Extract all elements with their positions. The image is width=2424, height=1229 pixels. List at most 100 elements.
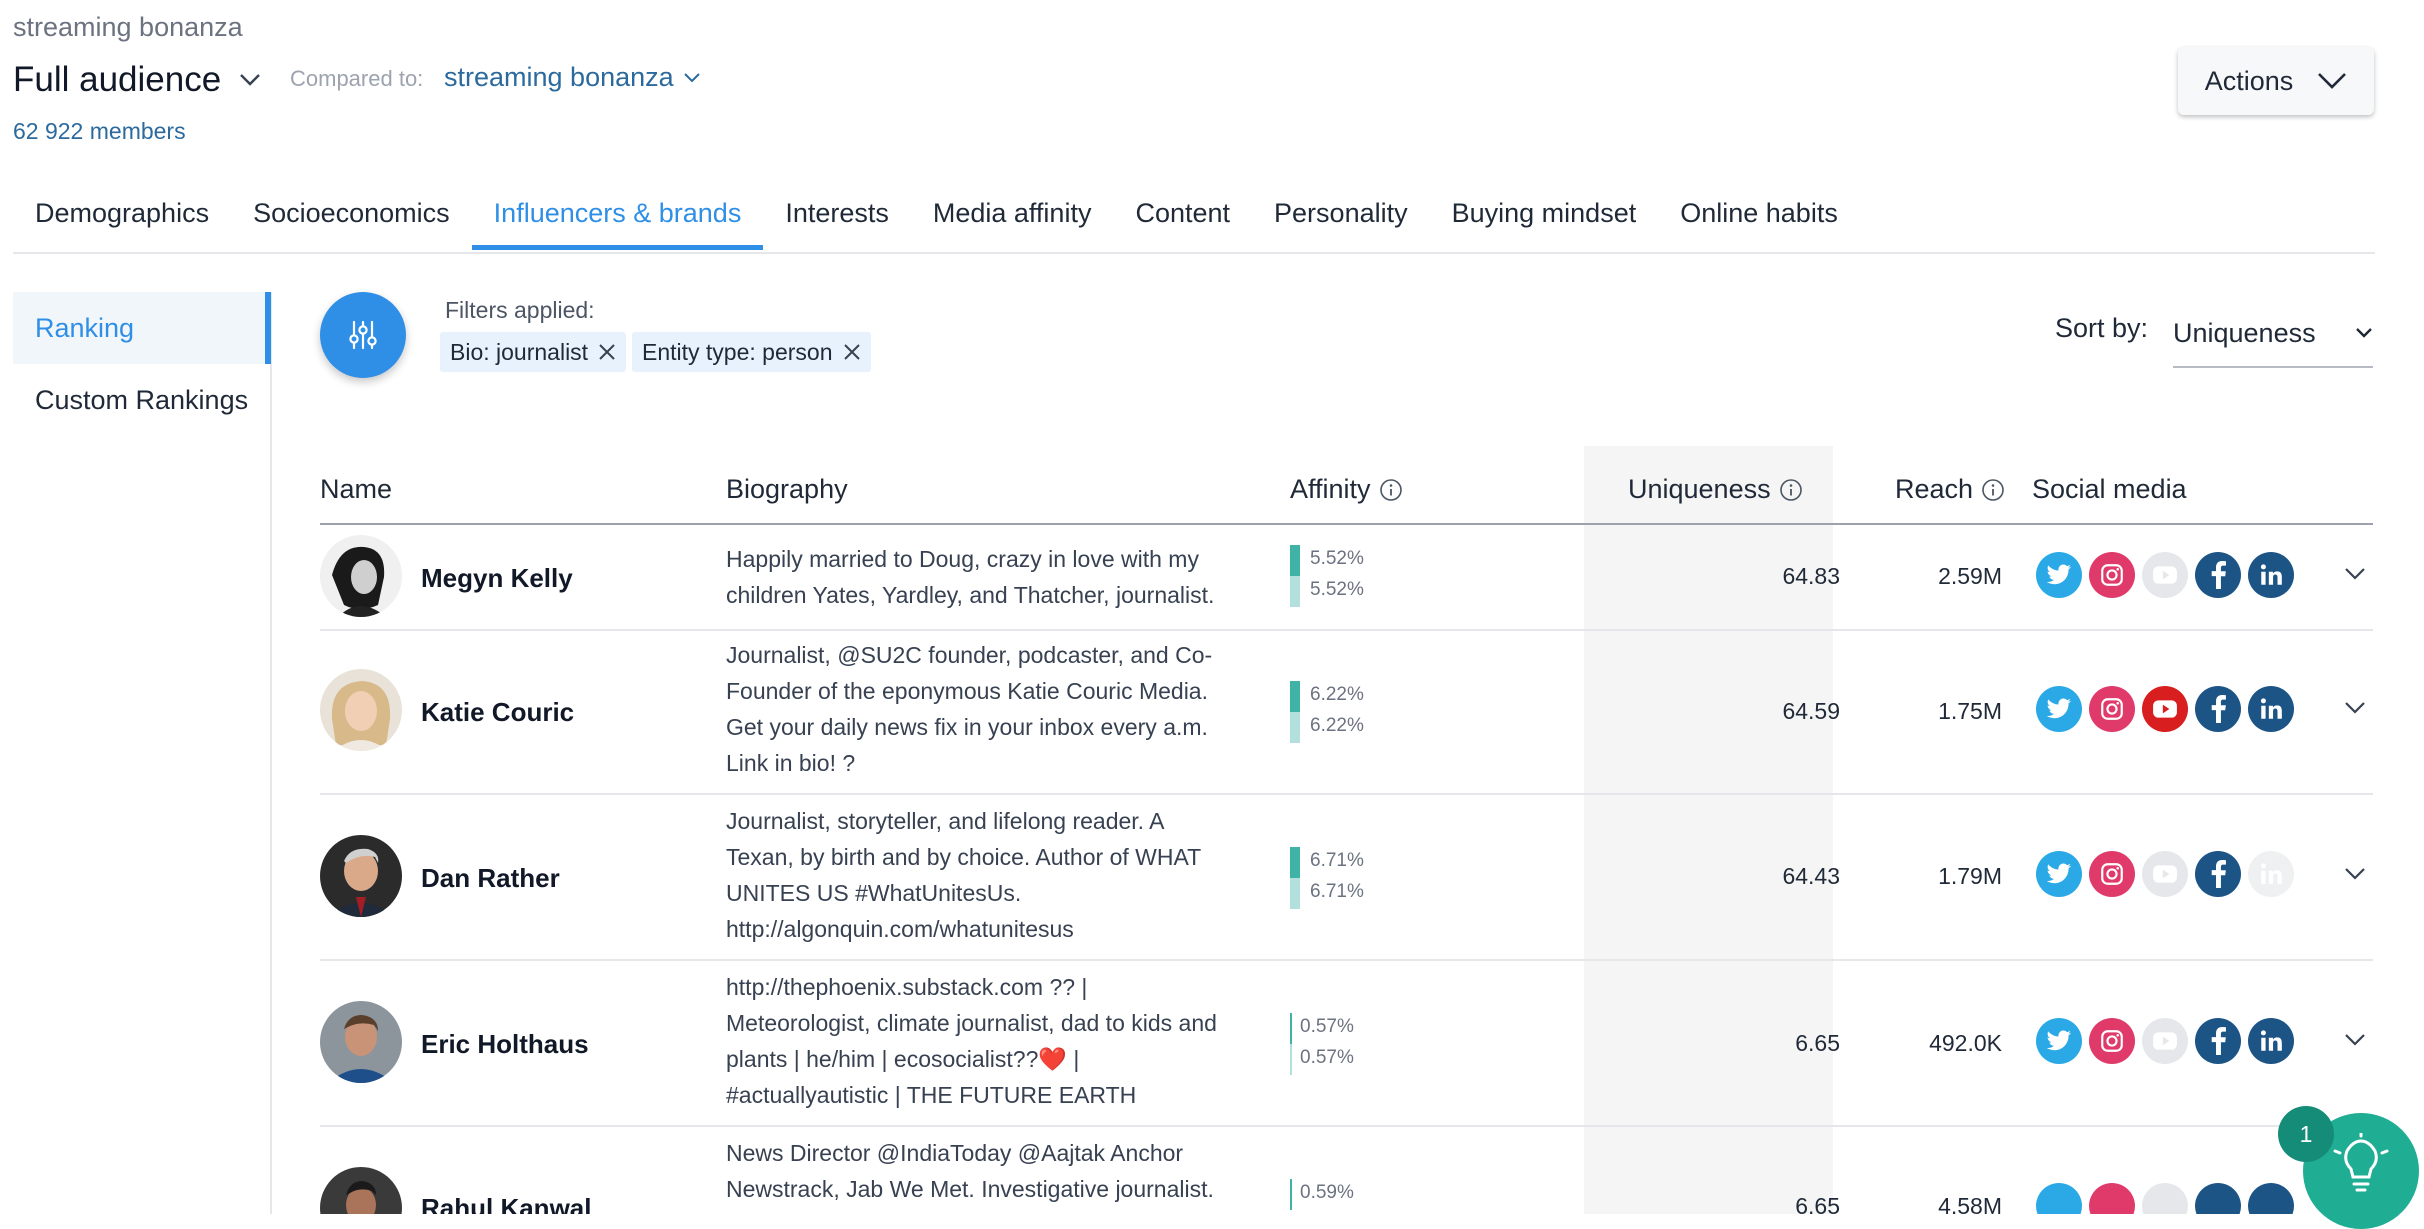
affinity-bar-comparison xyxy=(1290,878,1300,909)
instagram-icon[interactable] xyxy=(2089,1018,2135,1064)
sort-value: Uniqueness xyxy=(2173,317,2316,348)
compared-label: Compared to: xyxy=(290,66,424,91)
social-links xyxy=(2036,851,2294,897)
tab-demographics[interactable]: Demographics xyxy=(13,172,231,250)
facebook-icon[interactable] xyxy=(2195,1018,2241,1064)
filter-chip-label: Bio: journalist xyxy=(450,338,589,365)
affinity-bar-audience xyxy=(1290,681,1300,712)
bio-line: children Yates, Yardley, and Thatcher, j… xyxy=(726,582,1215,608)
actions-button[interactable]: Actions xyxy=(2178,47,2374,115)
audience-selector[interactable]: Full audience xyxy=(13,60,261,100)
instagram-icon[interactable] xyxy=(2089,1183,2135,1214)
twitter-icon[interactable] xyxy=(2036,851,2082,897)
expand-row-button[interactable] xyxy=(2344,701,2366,720)
twitter-icon[interactable] xyxy=(2036,552,2082,598)
expand-row-button[interactable] xyxy=(2344,867,2366,886)
table-row[interactable]: Dan Rather Journalist, storyteller, and … xyxy=(320,795,2373,961)
sort-label: Sort by: xyxy=(2055,313,2149,343)
facebook-icon[interactable] xyxy=(2195,851,2241,897)
affinity-bar-audience xyxy=(1290,545,1300,576)
column-header-label: Social media xyxy=(2032,474,2187,504)
twitter-icon[interactable] xyxy=(2036,1183,2082,1214)
person-name[interactable]: Megyn Kelly xyxy=(421,563,573,594)
tab-buying-mindset[interactable]: Buying mindset xyxy=(1430,172,1659,250)
affinity-value: 6.22% xyxy=(1310,684,1364,705)
bio-line: Link in bio! ? xyxy=(726,750,856,776)
bio-line: UNITES US #WhatUnitesUs. xyxy=(726,880,1022,906)
biography: Journalist, storyteller, and lifelong re… xyxy=(726,803,1246,947)
tab-socioeconomics[interactable]: Socioeconomics xyxy=(231,172,472,250)
breadcrumb[interactable]: streaming bonanza xyxy=(13,12,243,43)
table-row[interactable]: Rahul Kanwal News Director @IndiaToday @… xyxy=(320,1127,2373,1214)
column-header-label: Name xyxy=(320,474,393,504)
youtube-icon[interactable] xyxy=(2142,686,2188,732)
subnav-active-indicator xyxy=(265,292,271,364)
table-row[interactable]: Megyn Kelly Happily married to Doug, cra… xyxy=(320,525,2373,631)
instagram-icon[interactable] xyxy=(2089,686,2135,732)
tab-influencers-brands[interactable]: Influencers & brands xyxy=(471,172,764,250)
twitter-icon[interactable] xyxy=(2036,1018,2082,1064)
avatar xyxy=(320,535,402,617)
affinity-bar-comparison xyxy=(1290,576,1300,607)
reach-value: 2.59M xyxy=(1938,563,2002,589)
twitter-icon[interactable] xyxy=(2036,686,2082,732)
bio-line: http://thephoenix.substack.com ?? | xyxy=(726,974,1088,1000)
affinity-value: 0.57% xyxy=(1300,1047,1354,1068)
person-name[interactable]: Dan Rather xyxy=(421,863,560,894)
expand-row-button[interactable] xyxy=(2344,567,2366,586)
info-icon[interactable] xyxy=(1981,478,2005,502)
column-header-affinity[interactable]: Affinity xyxy=(1290,474,1403,505)
linkedin-icon[interactable] xyxy=(2248,1183,2294,1214)
affinity-value: 5.52% xyxy=(1310,548,1364,569)
facebook-icon[interactable] xyxy=(2195,552,2241,598)
biography: Happily married to Doug, crazy in love w… xyxy=(726,541,1246,613)
sort-select[interactable]: Uniqueness xyxy=(2173,300,2373,368)
tab-interests[interactable]: Interests xyxy=(763,172,911,250)
table-row[interactable]: Katie Couric Journalist, @SU2C founder, … xyxy=(320,629,2373,795)
person-name[interactable]: Katie Couric xyxy=(421,697,574,728)
column-header-reach[interactable]: Reach xyxy=(1895,474,2005,505)
tab-personality[interactable]: Personality xyxy=(1252,172,1430,250)
social-links xyxy=(2036,1183,2294,1214)
chevron-down-icon xyxy=(2318,73,2347,89)
bio-line: plants | he/him | ecosocialist??❤️ | xyxy=(726,1046,1080,1072)
close-icon xyxy=(843,344,860,360)
instagram-icon[interactable] xyxy=(2089,552,2135,598)
expand-row-button[interactable] xyxy=(2344,1033,2366,1052)
column-header-name[interactable]: Name xyxy=(320,474,392,505)
affinity-bar-comparison xyxy=(1290,1044,1292,1075)
tab-media-affinity[interactable]: Media affinity xyxy=(911,172,1114,250)
subnav-item-custom-rankings[interactable]: Custom Rankings xyxy=(13,364,265,436)
chevron-down-icon xyxy=(240,74,261,86)
table-row[interactable]: Eric Holthaus http://thephoenix.substack… xyxy=(320,961,2373,1127)
tab-online-habits[interactable]: Online habits xyxy=(1658,172,1860,250)
filter-chip: Bio: journalist xyxy=(440,332,627,372)
audience-title: Full audience xyxy=(13,60,222,99)
compared-selector[interactable]: streaming bonanza xyxy=(444,62,700,93)
remove-filter-button[interactable] xyxy=(843,343,861,361)
affinity-indicator: 0.57% 0.57% xyxy=(1290,1013,1410,1075)
filter-chip-label: Entity type: person xyxy=(642,338,833,365)
linkedin-icon[interactable] xyxy=(2248,1018,2294,1064)
person-name[interactable]: Eric Holthaus xyxy=(421,1029,589,1060)
notification-badge: 1 xyxy=(2278,1106,2334,1162)
person-name[interactable]: Rahul Kanwal xyxy=(421,1193,591,1214)
filter-button[interactable] xyxy=(320,292,406,378)
linkedin-icon[interactable] xyxy=(2248,552,2294,598)
info-icon[interactable] xyxy=(1379,478,1403,502)
subnav-item-ranking[interactable]: Ranking xyxy=(13,292,265,364)
affinity-indicator: 0.59% xyxy=(1290,1179,1410,1214)
column-header-label: Biography xyxy=(726,474,848,504)
affinity-value: 6.22% xyxy=(1310,715,1364,736)
instagram-icon[interactable] xyxy=(2089,851,2135,897)
remove-filter-button[interactable] xyxy=(598,343,616,361)
info-icon[interactable] xyxy=(1779,478,1803,502)
column-header-uniqueness[interactable]: Uniqueness xyxy=(1628,474,1803,505)
linkedin-icon[interactable] xyxy=(2248,686,2294,732)
avatar xyxy=(320,835,402,917)
filter-chip: Entity type: person xyxy=(632,332,871,372)
avatar xyxy=(320,669,402,751)
facebook-icon[interactable] xyxy=(2195,686,2241,732)
facebook-icon[interactable] xyxy=(2195,1183,2241,1214)
tab-content[interactable]: Content xyxy=(1113,172,1252,250)
